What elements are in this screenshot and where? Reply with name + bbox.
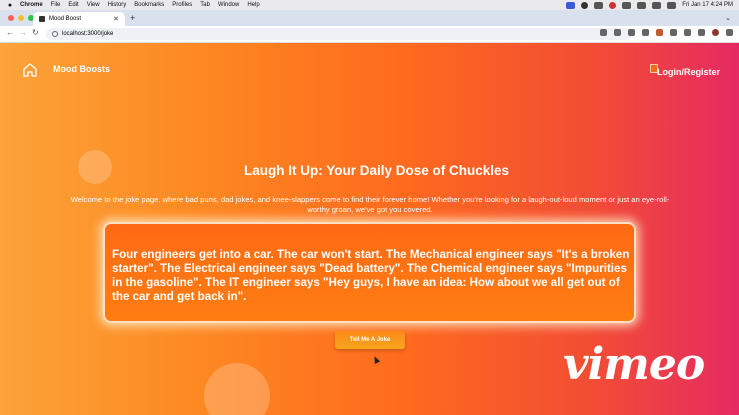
window-controls <box>8 15 34 21</box>
status-alert-icon[interactable] <box>609 1 617 9</box>
favicon-icon <box>39 16 45 22</box>
download-icon[interactable] <box>698 29 705 36</box>
joke-text: Four engineers get into a car. The car w… <box>112 248 630 303</box>
extension-dark-icon[interactable] <box>670 29 677 36</box>
menu-status-area: Fri Jan 17 4:24 PM <box>566 0 733 10</box>
close-window-icon[interactable] <box>8 15 14 21</box>
decorative-bubble <box>204 363 270 415</box>
login-register-link[interactable]: Login/Register <box>657 67 720 77</box>
menu-help[interactable]: Help <box>247 2 259 8</box>
profile-avatar[interactable] <box>712 29 719 36</box>
extensions-puzzle-icon[interactable] <box>684 29 691 36</box>
bookmark-star-icon[interactable] <box>628 29 635 36</box>
tab-strip: Mood Boost ✕ + ⌄ <box>0 10 739 26</box>
menu-window[interactable]: Window <box>218 2 239 8</box>
forward-icon[interactable]: → <box>19 28 27 37</box>
menu-view[interactable]: View <box>87 2 100 8</box>
home-icon[interactable] <box>22 62 38 78</box>
page-title: Laugh It Up: Your Daily Dose of Chuckles <box>243 163 510 178</box>
joke-page: Mood Boosts Login/Register Laugh It Up: … <box>0 43 739 415</box>
joke-card: Four engineers get into a car. The car w… <box>103 222 636 323</box>
url-text[interactable]: localhost:3000/joke <box>62 31 113 37</box>
close-tab-icon[interactable]: ✕ <box>113 15 119 23</box>
browser-toolbar: ← → ↻ localhost:3000/joke <box>0 26 739 43</box>
screen-record-icon[interactable] <box>566 1 576 9</box>
menu-tab[interactable]: Tab <box>200 2 210 8</box>
new-tab-icon[interactable]: + <box>130 13 135 23</box>
minimize-window-icon[interactable] <box>18 15 24 21</box>
control-center-icon[interactable] <box>667 1 677 9</box>
mac-menu-bar: ● Chrome File Edit View History Bookmark… <box>0 0 739 10</box>
tab-title: Mood Boost <box>49 16 82 22</box>
chrome-menu-icon[interactable] <box>726 29 733 36</box>
menu-history[interactable]: History <box>108 2 127 8</box>
search-icon[interactable] <box>652 1 662 9</box>
menu-bookmarks[interactable]: Bookmarks <box>134 2 164 8</box>
back-icon[interactable]: ← <box>6 28 14 37</box>
battery-icon[interactable] <box>622 1 632 9</box>
brand-link[interactable]: Mood Boosts <box>53 64 110 74</box>
site-info-icon[interactable] <box>52 31 58 37</box>
tab-search-icon[interactable]: ⌄ <box>725 14 731 22</box>
address-bar[interactable]: localhost:3000/joke <box>46 28 632 40</box>
extension-orange-icon[interactable] <box>656 29 663 36</box>
vimeo-watermark: vimeo <box>563 339 705 390</box>
tab-mood-boost[interactable]: Mood Boost ✕ <box>33 12 125 26</box>
menu-file[interactable]: File <box>51 2 61 8</box>
reload-icon[interactable]: ↻ <box>32 28 39 37</box>
menu-edit[interactable]: Edit <box>68 2 78 8</box>
mouse-cursor-icon <box>371 355 381 364</box>
status-menu-icon[interactable] <box>594 1 604 9</box>
menu-app-name[interactable]: Chrome <box>20 2 43 8</box>
apple-icon[interactable]: ● <box>6 2 14 9</box>
menu-profiles[interactable]: Profiles <box>172 2 192 8</box>
tell-joke-button[interactable]: Tell Me A Joke <box>335 331 405 349</box>
wifi-icon[interactable] <box>637 1 647 9</box>
intro-text: Welcome to the joke page, where bad puns… <box>70 195 670 214</box>
toolbar-actions <box>600 29 733 36</box>
zoom-icon[interactable] <box>614 29 621 36</box>
extension-icon[interactable] <box>642 29 649 36</box>
status-app-icon[interactable] <box>581 1 589 9</box>
menu-clock[interactable]: Fri Jan 17 4:24 PM <box>682 2 733 8</box>
cast-icon[interactable] <box>600 29 607 36</box>
